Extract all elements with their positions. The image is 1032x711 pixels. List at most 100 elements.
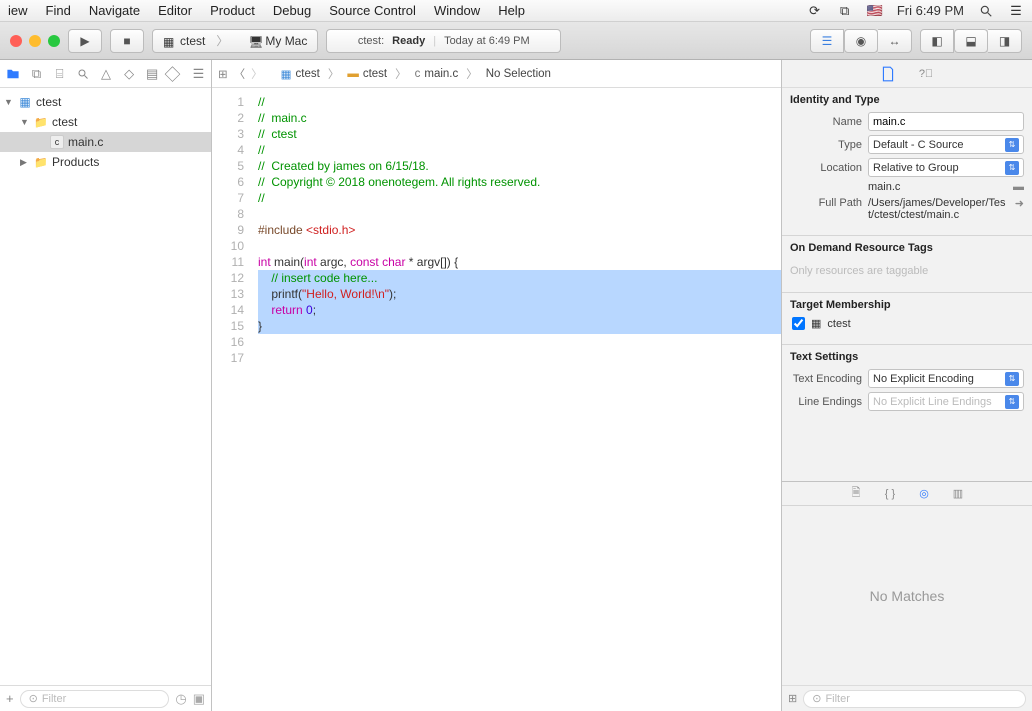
breadcrumb-project[interactable]: ▦ctest [281,67,320,81]
menu-find[interactable]: Find [46,3,71,18]
recent-filter-icon[interactable]: ◷ [175,691,186,707]
code-line[interactable] [258,238,781,254]
test-navigator-tab[interactable]: ◇ [123,66,136,82]
activity-status: Ready [392,35,425,47]
spotlight-icon[interactable] [978,3,994,19]
library-view-icon[interactable]: ⊞ [788,692,797,705]
file-template-tab[interactable]: 🗎 [847,485,865,503]
reveal-icon[interactable]: ➜ [1015,197,1024,210]
symbol-navigator-tab[interactable]: ⌸ [53,66,66,82]
standard-editor-button[interactable]: ☰ [810,29,844,53]
code-line[interactable] [258,334,781,350]
code-line[interactable]: // [258,94,781,110]
library-filter[interactable]: ⊙ Filter [803,690,1026,708]
code-snippet-tab[interactable]: { } [881,485,899,503]
media-library-tab[interactable]: ▥ [949,485,967,503]
toggle-debug-area[interactable]: ⬓ [954,29,988,53]
source-control-navigator-tab[interactable]: ⧉ [30,66,43,82]
code-editor[interactable]: 1234567891011121314151617 //// main.c// … [212,88,781,711]
file-inspector-tab[interactable] [879,65,897,83]
menu-window[interactable]: Window [434,3,480,18]
airplay-icon[interactable]: ⧉ [837,3,853,19]
code-line[interactable]: } [258,318,781,334]
version-editor-button[interactable]: ↔ [878,29,912,53]
inspector-tabs: ?⃝ [782,60,1032,88]
menu-editor[interactable]: Editor [158,3,192,18]
scm-filter-icon[interactable]: ▣ [193,691,205,707]
code-line[interactable]: int main(int argc, const char * argv[]) … [258,254,781,270]
menu-product[interactable]: Product [210,3,255,18]
code-line[interactable]: // ctest [258,126,781,142]
sync-icon[interactable]: ⟳ [807,3,823,19]
code-line[interactable]: // [258,190,781,206]
menu-debug[interactable]: Debug [273,3,311,18]
code-line[interactable]: // insert code here... [258,270,781,286]
text-settings-section: Text Settings Text Encoding No Explicit … [782,345,1032,425]
clock[interactable]: Fri 6:49 PM [897,3,964,18]
zoom-window[interactable] [48,35,60,47]
monitor-icon: 🖥 [248,35,260,47]
debug-navigator-tab[interactable]: ▤ [146,66,159,82]
location-select[interactable]: Relative to Group⇅ [868,158,1024,177]
find-navigator-tab[interactable] [76,66,89,82]
tree-item-main-c[interactable]: cmain.c [0,132,211,152]
disclosure-closed-icon[interactable]: ▶ [20,157,30,168]
project-navigator-tab[interactable] [6,66,20,82]
scheme-target[interactable]: ▦ctest [153,32,238,49]
run-button[interactable]: ▶ [68,29,102,53]
menu-iew[interactable]: iew [8,3,28,18]
choose-folder-icon[interactable]: ▬ [1013,181,1024,193]
breadcrumb-folder[interactable]: ▬ctest [347,68,387,80]
input-flag[interactable]: 🇺🇸 [867,3,883,19]
code-line[interactable]: printf("Hello, World!\n"); [258,286,781,302]
type-select[interactable]: Default - C Source⇅ [868,135,1024,154]
issue-navigator-tab[interactable]: △ [99,66,112,82]
encoding-select[interactable]: No Explicit Encoding⇅ [868,369,1024,388]
code-line[interactable] [258,350,781,366]
object-library-tab[interactable]: ◎ [915,485,933,503]
code-line[interactable]: // main.c [258,110,781,126]
code-lines[interactable]: //// main.c// ctest//// Created by james… [252,88,781,711]
target-checkbox[interactable] [792,317,805,330]
add-button[interactable]: + [6,691,14,706]
navigator-tree[interactable]: ▼▦ctest▼📁ctestcmain.c▶📁Products [0,88,211,685]
lineendings-select[interactable]: No Explicit Line Endings⇅ [868,392,1024,411]
breakpoint-navigator-tab[interactable]: ⃟ [169,66,182,82]
toggle-navigator[interactable]: ◧ [920,29,954,53]
tree-item-ctest[interactable]: ▼▦ctest [0,92,211,112]
notification-icon[interactable]: ☰ [1008,3,1024,19]
assistant-editor-button[interactable]: ◉ [844,29,878,53]
library-panel: 🗎 { } ◎ ▥ No Matches ⊞ ⊙ Filter [782,481,1032,711]
breadcrumb-symbol[interactable]: No Selection [486,68,551,80]
code-line[interactable]: // Created by james on 6/15/18. [258,158,781,174]
disclosure-open-icon[interactable]: ▼ [20,117,30,127]
stop-button[interactable]: ■ [110,29,144,53]
report-navigator-tab[interactable]: ☰ [192,66,205,82]
menu-source-control[interactable]: Source Control [329,3,416,18]
back-button[interactable]: 〈 [234,66,246,82]
tree-item-ctest[interactable]: ▼📁ctest [0,112,211,132]
toggle-inspector[interactable]: ◨ [988,29,1022,53]
scheme-destination[interactable]: 🖥My Mac [238,34,317,48]
code-line[interactable]: // [258,142,781,158]
disclosure-open-icon[interactable]: ▼ [4,97,14,107]
code-line[interactable]: return 0; [258,302,781,318]
related-items-icon[interactable]: ⊞ [218,67,228,81]
minimize-window[interactable] [29,35,41,47]
close-window[interactable] [10,35,22,47]
quick-help-tab[interactable]: ?⃝ [917,65,935,83]
menu-help[interactable]: Help [498,3,525,18]
forward-button[interactable]: 〉 [251,66,263,82]
navigator-filter[interactable]: ⊙ Filter [20,690,170,708]
name-input[interactable] [868,112,1024,131]
breadcrumb-file[interactable]: cmain.c [415,68,459,80]
name-label: Name [790,116,862,128]
code-line[interactable] [258,206,781,222]
text-settings-title: Text Settings [790,351,1024,363]
menu-navigate[interactable]: Navigate [89,3,140,18]
scheme-selector[interactable]: ▦ctest 🖥My Mac [152,29,318,53]
tree-item-products[interactable]: ▶📁Products [0,152,211,172]
code-line[interactable]: #include <stdio.h> [258,222,781,238]
c-file-icon: c [415,68,421,80]
code-line[interactable]: // Copyright © 2018 onenotegem. All righ… [258,174,781,190]
